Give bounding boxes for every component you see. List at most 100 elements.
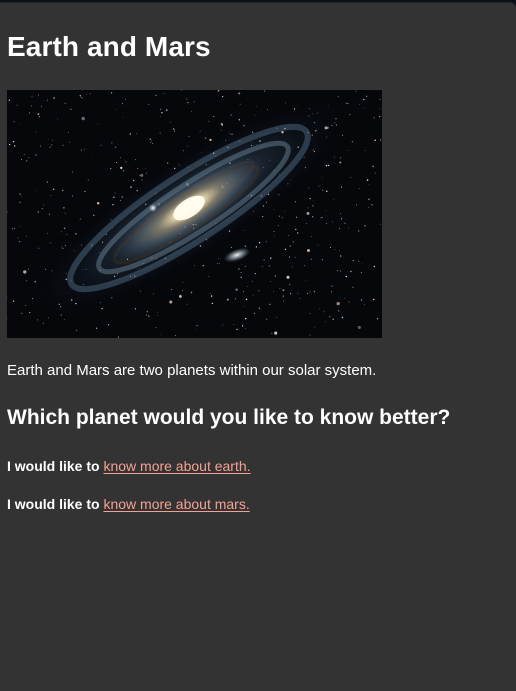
star xyxy=(31,298,34,300)
star xyxy=(157,314,159,316)
star xyxy=(27,268,29,270)
star xyxy=(347,227,349,229)
star xyxy=(286,275,290,279)
star xyxy=(366,179,369,181)
star xyxy=(277,225,279,227)
star xyxy=(358,187,360,189)
star xyxy=(89,93,91,95)
star xyxy=(133,179,135,182)
earth-choice: I would like to know more about earth. xyxy=(7,456,251,476)
star xyxy=(310,258,313,261)
star xyxy=(37,113,40,115)
star xyxy=(278,215,281,217)
star xyxy=(47,317,50,319)
star xyxy=(139,174,141,177)
star xyxy=(39,145,41,147)
star xyxy=(19,193,21,195)
star xyxy=(297,105,299,107)
star xyxy=(281,216,284,219)
star xyxy=(274,331,278,335)
star xyxy=(269,303,271,305)
star xyxy=(221,95,224,98)
star xyxy=(125,161,127,163)
star xyxy=(186,303,188,305)
star xyxy=(326,190,328,192)
star xyxy=(332,318,334,320)
star xyxy=(308,187,310,189)
star xyxy=(379,223,382,225)
star xyxy=(11,228,13,230)
star xyxy=(325,321,326,323)
star xyxy=(379,98,381,100)
earth-link[interactable]: know more about earth. xyxy=(103,458,250,474)
star xyxy=(113,196,115,198)
star xyxy=(84,190,86,193)
star xyxy=(64,244,66,246)
star xyxy=(66,234,68,235)
star xyxy=(242,230,244,232)
star xyxy=(295,228,297,231)
star xyxy=(321,259,323,261)
star xyxy=(69,141,70,143)
star xyxy=(238,268,240,270)
star xyxy=(306,223,307,224)
star xyxy=(26,160,28,162)
star xyxy=(295,257,297,258)
star xyxy=(123,170,125,172)
star xyxy=(150,142,152,144)
star xyxy=(170,121,171,123)
star xyxy=(169,300,173,304)
browser-viewport: Earth and Mars Earth and Mars are two pl… xyxy=(0,0,516,691)
question-heading: Which planet would you like to know bett… xyxy=(7,406,451,429)
star xyxy=(274,235,275,237)
star xyxy=(294,201,297,203)
star xyxy=(339,249,340,251)
star xyxy=(240,276,242,279)
star xyxy=(41,208,43,210)
mars-choice-lead: I would like to xyxy=(7,496,100,512)
star xyxy=(16,104,18,106)
star xyxy=(47,98,48,100)
star xyxy=(254,272,256,275)
star xyxy=(230,246,232,249)
star xyxy=(270,257,272,259)
star xyxy=(31,95,33,97)
star xyxy=(52,139,53,141)
star xyxy=(135,159,137,161)
star xyxy=(307,249,310,252)
star xyxy=(307,207,309,209)
star xyxy=(347,150,349,151)
star xyxy=(309,197,311,200)
star xyxy=(186,98,188,100)
star xyxy=(312,200,314,202)
mars-link[interactable]: know more about mars. xyxy=(103,496,249,512)
page-body[interactable]: Earth and Mars Earth and Mars are two pl… xyxy=(0,2,516,691)
star xyxy=(355,204,358,206)
star xyxy=(351,141,353,143)
star xyxy=(41,105,42,107)
star xyxy=(289,293,292,295)
star xyxy=(230,114,232,116)
star xyxy=(124,98,126,100)
star xyxy=(45,268,47,270)
star xyxy=(87,179,89,181)
star xyxy=(343,297,345,299)
star xyxy=(46,181,48,183)
star xyxy=(178,294,182,298)
star xyxy=(159,132,161,134)
star xyxy=(76,329,78,331)
star xyxy=(50,195,51,196)
star xyxy=(190,291,193,294)
star xyxy=(80,149,82,151)
star xyxy=(284,248,287,251)
star xyxy=(171,289,173,291)
star xyxy=(204,137,207,139)
star xyxy=(19,226,20,228)
star xyxy=(155,94,157,97)
star xyxy=(8,99,11,102)
star xyxy=(297,292,299,294)
star xyxy=(159,116,161,118)
star xyxy=(222,324,224,326)
star xyxy=(146,311,148,313)
star xyxy=(327,105,329,107)
